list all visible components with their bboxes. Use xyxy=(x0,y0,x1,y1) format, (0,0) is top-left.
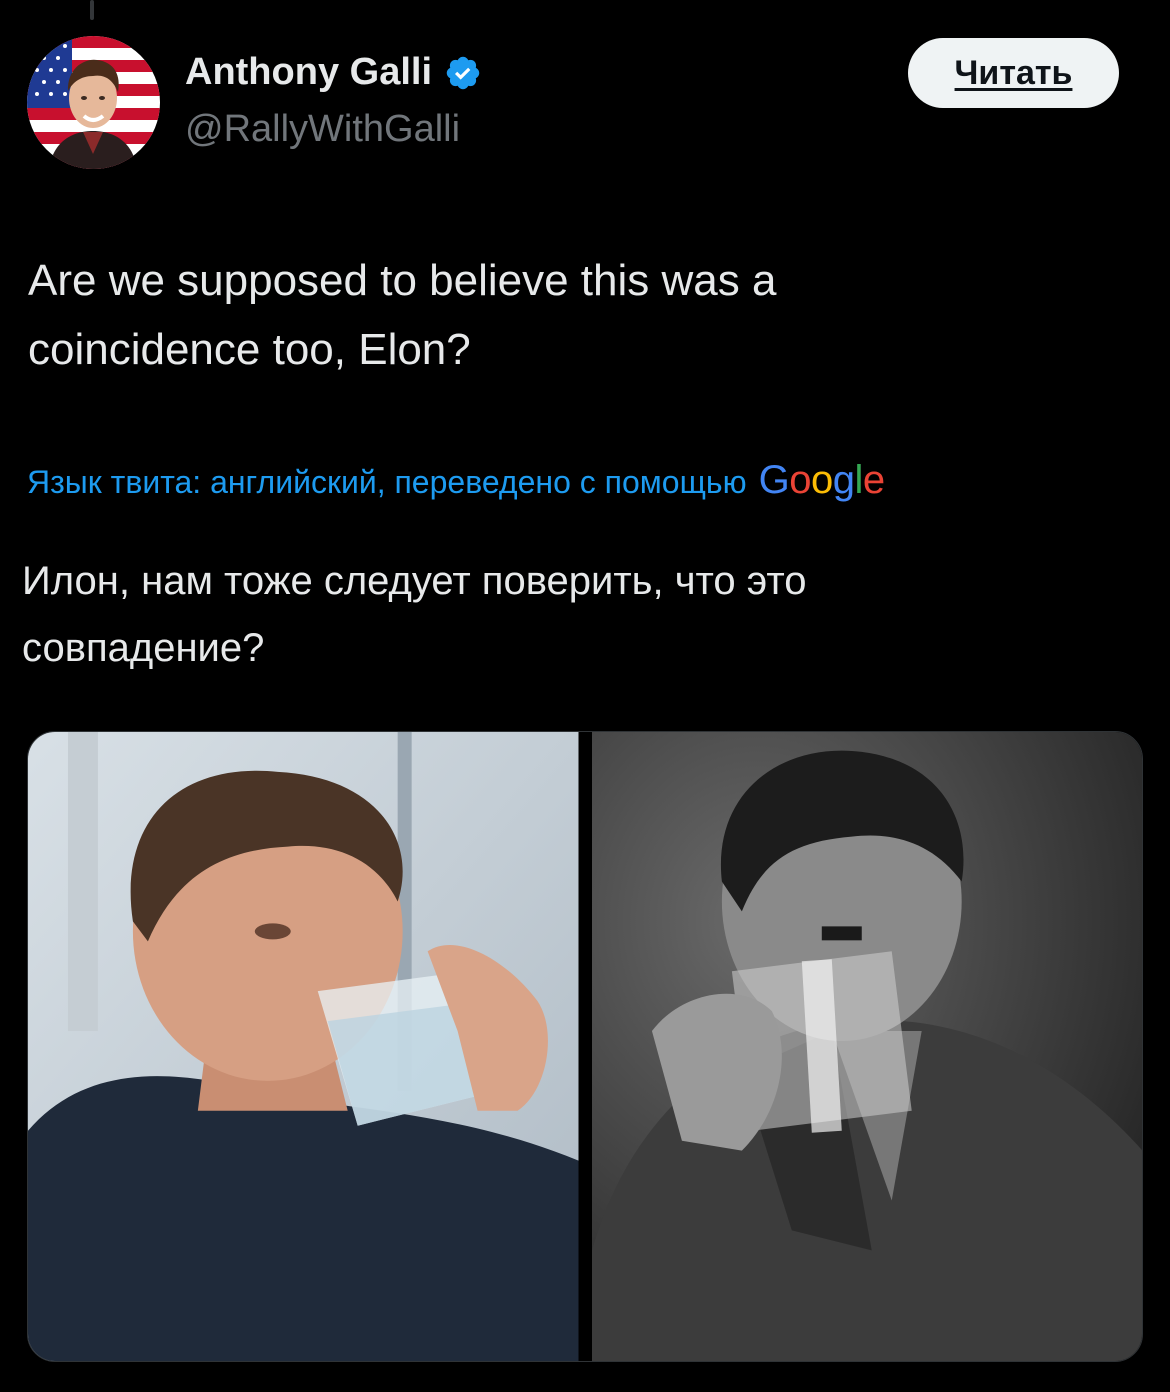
media-photo-left[interactable] xyxy=(28,732,579,1361)
author-name[interactable]: Anthony Galli xyxy=(185,51,482,94)
thread-connector-line xyxy=(90,0,94,20)
author-handle[interactable]: @RallyWithGalli xyxy=(185,108,460,151)
translation-note-text: Язык твита: английский, переведено с пом… xyxy=(27,464,747,500)
tweet-text-line: coincidence too, Elon? xyxy=(28,325,471,374)
tweet-text-line: Are we supposed to believe this was a xyxy=(28,256,777,305)
verified-badge-icon xyxy=(444,54,482,92)
google-logo-letter: l xyxy=(854,458,863,502)
translated-tweet-text: Илон, нам тоже следует поверить, что это… xyxy=(22,548,1132,682)
photo-icon xyxy=(28,732,579,1361)
media-photo-right[interactable] xyxy=(591,732,1142,1361)
media-grid xyxy=(27,731,1143,1362)
photo-icon xyxy=(591,732,1142,1361)
google-logo-letter: g xyxy=(832,458,855,502)
translation-note[interactable]: Язык твита: английский, переведено с пом… xyxy=(27,458,1147,503)
tweet-text: Are we supposed to believe this was a co… xyxy=(28,246,1138,384)
google-logo-letter: o xyxy=(810,458,833,502)
author-name-text[interactable]: Anthony Galli xyxy=(185,51,432,94)
author-avatar[interactable] xyxy=(27,36,160,169)
google-logo-letter: e xyxy=(862,458,885,502)
google-logo-letter: G xyxy=(758,458,790,502)
translated-text-line: совпадение? xyxy=(22,626,265,670)
google-logo-letter: o xyxy=(789,458,811,502)
translated-text-line: Илон, нам тоже следует поверить, что это xyxy=(22,559,807,603)
follow-button[interactable]: Читать xyxy=(908,38,1119,108)
google-logo: Google xyxy=(758,458,886,503)
